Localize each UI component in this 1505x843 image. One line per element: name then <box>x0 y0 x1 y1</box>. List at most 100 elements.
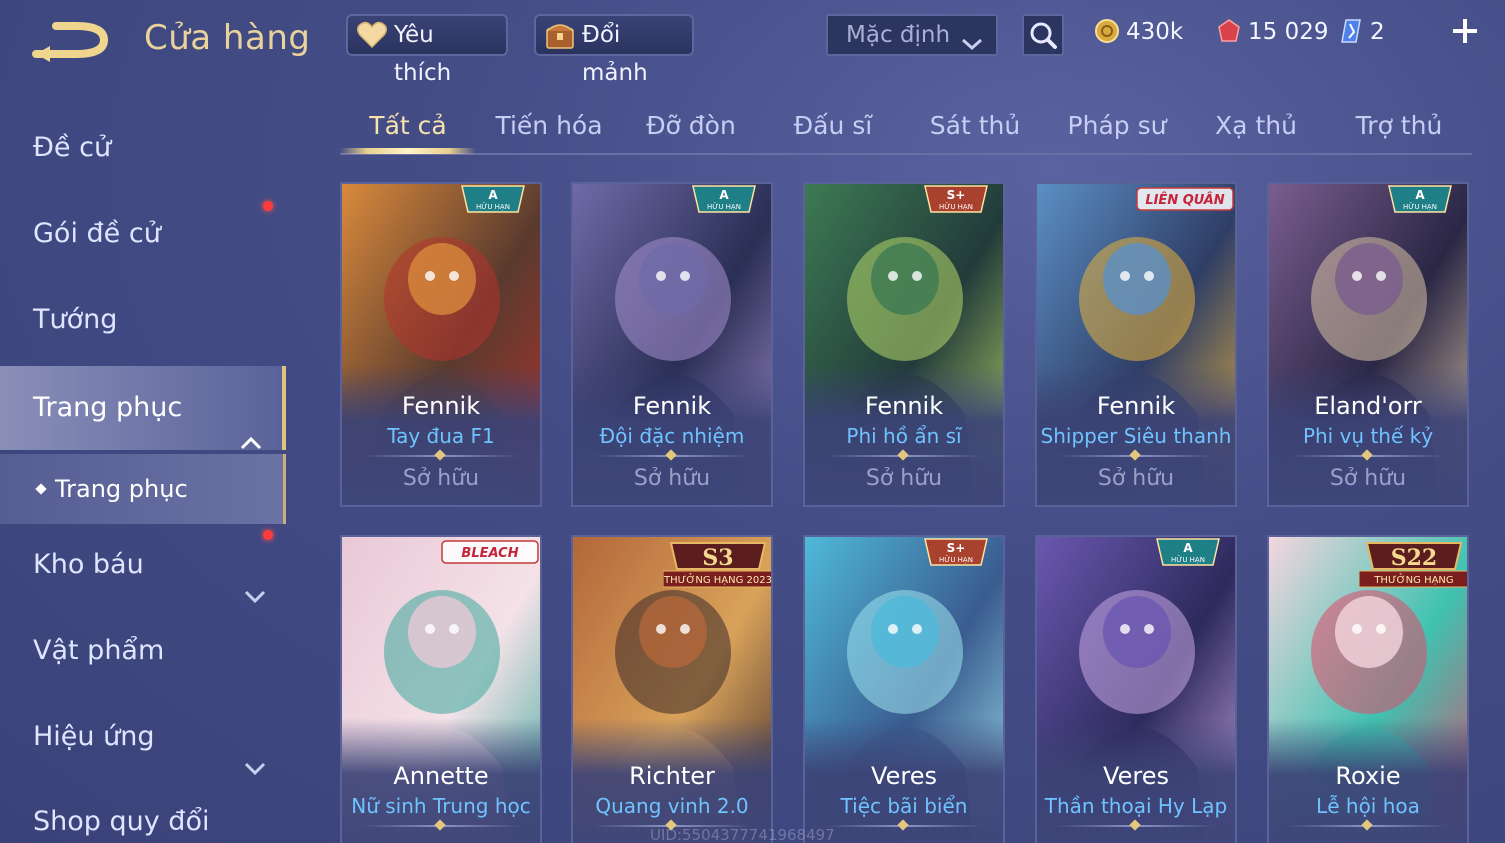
skin-card[interactable]: S3 THƯỞNG HẠNG 2023 Richter Quang vinh 2… <box>571 535 773 843</box>
skin-card[interactable]: A HỮU HẠN Eland'orr Phi vụ thế kỷ Sở hữu <box>1267 182 1469 507</box>
skin-name: Phi hồ ẩn sĩ <box>846 424 962 448</box>
svg-text:S+: S+ <box>947 188 966 202</box>
owned-status: Sở hữu <box>865 466 943 491</box>
hero-name: Fennik <box>864 392 944 420</box>
rarity-badge: A HỮU HẠN <box>1153 537 1223 573</box>
svg-text:HỮU HẠN: HỮU HẠN <box>939 555 973 564</box>
gold-coin-icon <box>1094 18 1120 44</box>
card-divider <box>362 819 520 831</box>
tab-tank[interactable]: Đỡ đòn <box>622 108 760 152</box>
voucher-balance: 15 029 <box>1216 14 1328 50</box>
sidebar-item-featured[interactable]: Đề cử <box>0 108 286 188</box>
shard-exchange-label: Đổi mảnh <box>582 22 648 86</box>
svg-text:HỮU HẠN: HỮU HẠN <box>707 202 741 211</box>
card-divider <box>825 449 983 461</box>
hero-name: Eland'orr <box>1314 392 1422 420</box>
svg-text:BLEACH: BLEACH <box>461 546 518 561</box>
card-divider <box>1057 449 1215 461</box>
gem-balance: 2 <box>1338 14 1385 50</box>
sidebar-item-items[interactable]: Vật phẩm <box>0 611 286 691</box>
plus-icon[interactable] <box>1450 16 1480 46</box>
sort-dropdown[interactable]: Mặc định <box>826 14 998 56</box>
rarity-badge: S+ HỮU HẠN <box>921 537 991 573</box>
svg-text:THƯỞNG HẠNG: THƯỞNG HẠNG <box>1373 572 1453 586</box>
tab-support[interactable]: Trợ thủ <box>1330 108 1468 152</box>
back-arrow-icon[interactable] <box>30 18 114 64</box>
skin-name: Phi vụ thế kỷ <box>1302 424 1434 448</box>
rarity-badge: S3 THƯỞNG HẠNG 2023 <box>662 539 772 603</box>
chevron-up-icon <box>240 400 262 450</box>
skin-card[interactable]: A HỮU HẠN Fennik Tay đua F1 Sở hữu <box>340 182 542 507</box>
sidebar-item-skins[interactable]: Trang phục <box>0 366 286 450</box>
sidebar-item-effects[interactable]: Hiệu ứng <box>0 697 286 777</box>
tab-all[interactable]: Tất cả <box>340 108 476 152</box>
sidebar-subitem-skins[interactable]: Trang phục <box>0 454 286 524</box>
owned-status: Sở hữu <box>633 466 711 491</box>
treasure-chest-icon <box>544 19 576 51</box>
skin-name: Nữ sinh Trung học <box>351 794 531 818</box>
tab-assassin[interactable]: Sát thủ <box>906 108 1044 152</box>
role-tabs: Tất cả Tiến hóa Đỡ đòn Đấu sĩ Sát thủ Ph… <box>340 100 1472 155</box>
rarity-badge: A HỮU HẠN <box>689 184 759 220</box>
card-divider <box>593 449 751 461</box>
tab-marksman[interactable]: Xạ thủ <box>1190 108 1322 152</box>
skin-card[interactable]: BLEACH Annette Nữ sinh Trung học <box>340 535 542 843</box>
svg-text:A: A <box>1183 541 1193 555</box>
tab-evolution[interactable]: Tiến hóa <box>480 108 618 152</box>
sidebar-item-featured-bundles[interactable]: Gói đề cử <box>0 194 286 274</box>
page-title: Cửa hàng <box>144 18 311 58</box>
notification-dot <box>263 201 273 211</box>
sort-value: Mặc định <box>846 22 951 48</box>
card-divider <box>825 819 983 831</box>
rarity-badge: A HỮU HẠN <box>1385 184 1455 220</box>
sidebar-item-treasure[interactable]: Kho báu <box>0 525 286 605</box>
owned-status: Sở hữu <box>1097 466 1175 491</box>
tab-mage[interactable]: Pháp sư <box>1048 108 1186 152</box>
skin-card[interactable]: S+ HỮU HẠN Fennik Phi hồ ẩn sĩ Sở hữu <box>803 182 1005 507</box>
svg-text:HỮU HẠN: HỮU HẠN <box>939 202 973 211</box>
rarity-badge: S22 THƯỞNG HẠNG <box>1358 539 1467 603</box>
blue-gem-icon <box>1338 18 1364 44</box>
hero-name: Roxie <box>1335 762 1401 790</box>
svg-text:THƯỞNG HẠNG 2023: THƯỞNG HẠNG 2023 <box>663 572 772 586</box>
notification-dot <box>263 530 273 540</box>
svg-text:S3: S3 <box>702 545 733 571</box>
rarity-badge: A HỮU HẠN <box>458 184 528 220</box>
sidebar: Đề cử Gói đề cử Tướng Trang phục Trang p… <box>0 100 290 843</box>
skin-card[interactable]: LIÊN QUÂN Fennik Shipper Siêu thanh Sở h… <box>1035 182 1237 507</box>
diamond-bullet-icon <box>35 483 47 495</box>
svg-text:S+: S+ <box>947 541 966 555</box>
hero-name: Annette <box>393 762 489 790</box>
skin-name: Đội đặc nhiệm <box>599 424 745 448</box>
sidebar-item-heroes[interactable]: Tướng <box>0 280 286 360</box>
favorites-label: Yêu thích <box>394 22 452 86</box>
svg-text:HỮU HẠN: HỮU HẠN <box>1171 555 1205 564</box>
skin-card[interactable]: A HỮU HẠN Veres Thần thoại Hy Lạp <box>1035 535 1237 843</box>
skin-name: Thần thoại Hy Lạp <box>1044 794 1228 818</box>
skin-card[interactable]: S+ HỮU HẠN Veres Tiệc bãi biển <box>803 535 1005 843</box>
card-divider <box>1057 819 1215 831</box>
top-bar: Cửa hàng Yêu thích Đổi mảnh Mặc định 430… <box>0 0 1505 86</box>
chevron-down-icon <box>244 555 266 604</box>
svg-text:HỮU HẠN: HỮU HẠN <box>476 202 510 211</box>
favorites-button[interactable]: Yêu thích <box>346 14 508 86</box>
shard-exchange-button[interactable]: Đổi mảnh <box>534 14 694 86</box>
sidebar-item-exchange-shop[interactable]: Shop quy đổi <box>0 782 286 843</box>
rarity-badge: LIÊN QUÂN <box>1135 186 1235 216</box>
chevron-down-icon <box>244 812 266 826</box>
svg-text:LIÊN QUÂN: LIÊN QUÂN <box>1145 192 1224 208</box>
chevron-down-icon <box>960 26 984 51</box>
uid-watermark: UID:5504377741968497 <box>650 826 835 843</box>
search-button[interactable] <box>1022 14 1064 56</box>
skin-card[interactable]: S22 THƯỞNG HẠNG Roxie Lễ hội hoa <box>1267 535 1469 843</box>
card-divider <box>1289 819 1447 831</box>
hero-name: Fennik <box>401 392 481 420</box>
svg-text:A: A <box>719 188 729 202</box>
heart-icon <box>356 19 388 51</box>
skin-card[interactable]: A HỮU HẠN Fennik Đội đặc nhiệm Sở hữu <box>571 182 773 507</box>
skin-name: Quang vinh 2.0 <box>595 794 749 818</box>
skin-name: Tiệc bãi biển <box>840 794 968 818</box>
hero-name: Fennik <box>1096 392 1176 420</box>
tab-fighter[interactable]: Đấu sĩ <box>764 108 902 152</box>
rarity-badge: S+ HỮU HẠN <box>921 184 991 220</box>
